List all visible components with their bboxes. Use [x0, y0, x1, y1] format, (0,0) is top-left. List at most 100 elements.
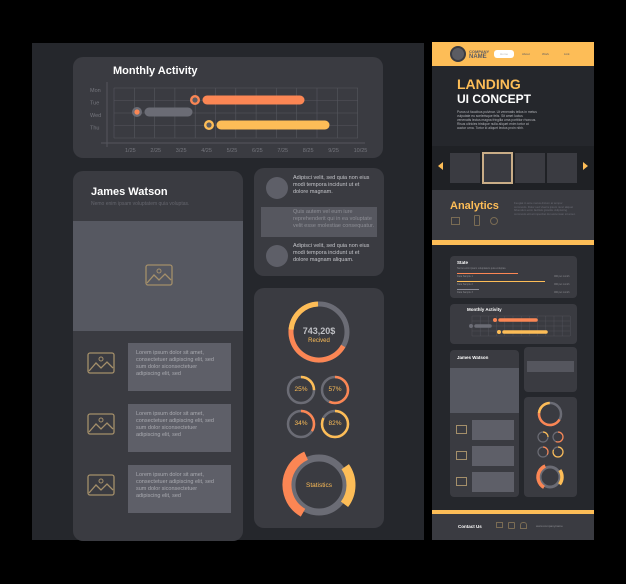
landing-header: COMPANY NAME Home About Work Link [432, 42, 594, 66]
mini-list-item [472, 420, 514, 440]
list-item-text[interactable]: Lorem ipsum dolor sit amet, consectetuer… [128, 343, 231, 391]
mini-cover-image [450, 368, 519, 413]
mini-comments-card [524, 347, 577, 392]
award-icon[interactable] [508, 522, 515, 529]
website-link[interactable]: www.companyname [536, 524, 563, 528]
avatar-icon[interactable] [266, 211, 288, 233]
month-label: 1/25 [125, 148, 136, 154]
mini-stats-chart [536, 401, 564, 491]
month-label: 2/25 [150, 148, 161, 154]
day-label: Thu [90, 126, 99, 132]
month-label: 6/25 [252, 148, 263, 154]
list-item-text[interactable]: Lorem ipsum dolor sit amet, consectetuer… [128, 404, 231, 452]
activity-marker [497, 330, 501, 334]
month-label: 3/25 [176, 148, 187, 154]
carousel-next-icon[interactable] [583, 162, 588, 170]
state-bar [457, 281, 545, 282]
month-label: 10/25 [354, 148, 368, 154]
analytics-section: Analytics Feugiat in ante metus dictum a… [432, 190, 594, 240]
nav-work[interactable]: Work [542, 52, 549, 56]
mini-comment-highlight [527, 361, 574, 372]
monthly-activity-card: Monthly Activity Mon Tue Wed Thu 1/25 2/25 3/2… [73, 57, 383, 158]
state-bar [457, 273, 518, 274]
image-icon [87, 474, 115, 496]
comment-text: Adipisci velit, sed quia non eius modi t… [293, 175, 370, 195]
stats-card: 743,20$ Recived Statistics 25% 57% 34% 82% [254, 288, 384, 528]
statistics-label: Statistics [305, 482, 332, 489]
mini-list-item [472, 472, 514, 492]
profile-card: James Watson Nemo enim ipsam voluptatem … [73, 171, 243, 541]
photo-icon [451, 217, 460, 225]
comment-text: Quis autem vel eum iure reprehenderit qu… [293, 209, 375, 229]
activity-marker-dot [192, 97, 198, 103]
carousel-slide-active[interactable] [482, 152, 513, 184]
comments-card: Adipisci velit, sed quia non eius modi t… [254, 168, 384, 276]
mini-activity-card: Monthly Activity [450, 304, 577, 344]
stat-ring-track [538, 465, 562, 489]
image-icon [87, 413, 115, 435]
month-label: 8/25 [303, 148, 314, 154]
state-row-label: Data Sample 3 [457, 291, 473, 294]
list-item-text[interactable]: Lorem ipsum dolor sit amet, consectetuer… [128, 465, 231, 513]
dashboard-panel: Monthly Activity Mon Tue Wed Thu 1/25 2/25 3/2… [32, 43, 424, 541]
contact-us-link[interactable]: Contact Us [458, 524, 482, 529]
company-name: COMPANY NAME [469, 49, 489, 60]
mini-profile-name: James Watson [457, 355, 489, 360]
analytics-title: Analytics [450, 200, 499, 212]
state-card: State Nemo enim ipsam voluptatem quia vo… [450, 256, 577, 298]
state-row-value: 000 per month [554, 275, 570, 278]
nav-home-button[interactable]: Home [494, 50, 514, 58]
avatar-icon[interactable] [266, 177, 288, 199]
profile-name: James Watson [91, 186, 168, 198]
month-label: 7/25 [277, 148, 288, 154]
amount-value: 743,20$ [302, 326, 336, 336]
day-label: Wed [90, 113, 101, 119]
comment-text: Adipisci velit, sed quia non eius modi t… [293, 243, 370, 263]
activity-marker-dot [134, 109, 140, 115]
carousel-prev-icon[interactable] [438, 162, 443, 170]
phone-icon [474, 215, 480, 226]
mail-icon[interactable] [496, 522, 503, 528]
month-label: 4/25 [201, 148, 212, 154]
percent-label: 82% [328, 420, 342, 427]
cover-image[interactable] [73, 221, 243, 331]
amount-label: Recived [308, 338, 330, 344]
day-label: Tue [90, 101, 99, 107]
percent-label: 25% [294, 386, 308, 393]
carousel [432, 146, 594, 190]
profile-subtitle: Nemo enim ipsam voluptatem quia voluptas… [91, 201, 190, 207]
carousel-slide[interactable] [450, 153, 480, 183]
state-row-label: Data Sample 1 [457, 275, 473, 278]
hero-title-2: UI CONCEPT [457, 92, 532, 106]
nav-about[interactable]: About [522, 52, 530, 56]
state-bar [457, 289, 479, 290]
state-row-value: 000 per month [554, 291, 570, 294]
mini-stats-card [524, 397, 577, 497]
carousel-slide[interactable] [547, 153, 577, 183]
image-icon [456, 425, 467, 434]
state-subtitle: Nemo enim ipsam voluptatem quia voluptas… [457, 267, 507, 270]
avatar-icon[interactable] [266, 245, 288, 267]
hero-text: Purus ut faucibus pulvinar. Ut venenatis… [457, 110, 537, 130]
month-label: 9/25 [328, 148, 339, 154]
company-line2: NAME [469, 54, 487, 60]
company-logo[interactable] [450, 46, 466, 62]
day-label: Mon [90, 88, 101, 94]
activity-marker [469, 324, 473, 328]
accent-stripe [432, 240, 594, 245]
nav-link[interactable]: Link [564, 52, 570, 56]
hero-title-1: LANDING [457, 76, 521, 92]
image-icon [145, 264, 173, 286]
search-icon [490, 217, 498, 225]
chef-icon[interactable] [520, 522, 527, 529]
activity-chart: Mon Tue Wed Thu 1/25 2/25 3/25 4/25 5/25 6/25 7/25… [90, 82, 368, 154]
percent-label: 34% [294, 420, 308, 427]
mini-activity-chart [469, 315, 571, 337]
mini-list-item [472, 446, 514, 466]
activity-marker-dot [206, 122, 212, 128]
carousel-slide[interactable] [515, 153, 545, 183]
state-row-label: Data Sample 2 [457, 283, 473, 286]
image-icon [87, 352, 115, 374]
mini-profile-card: James Watson [450, 350, 519, 497]
stats-chart [282, 301, 356, 522]
